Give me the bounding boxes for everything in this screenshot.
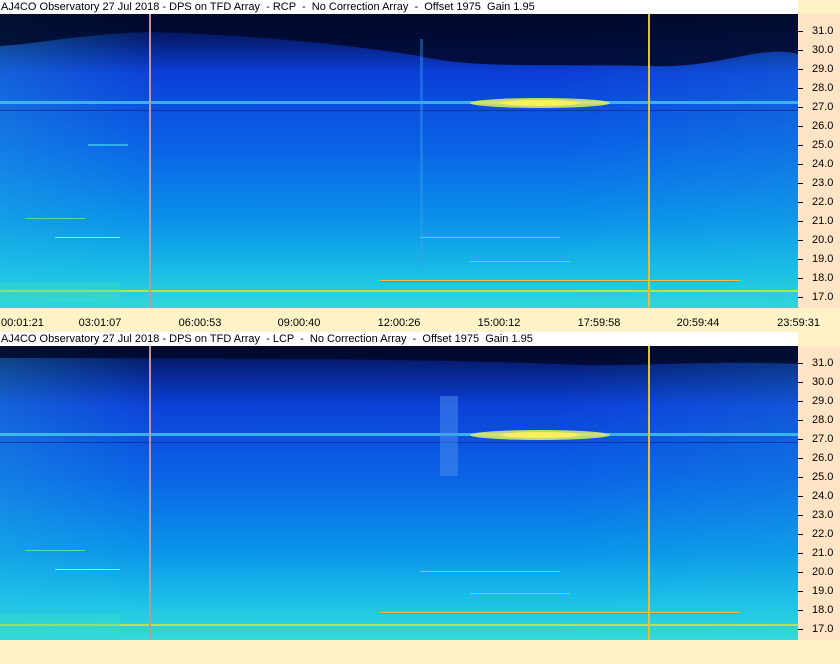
rcp-spectrogram-image <box>0 14 798 308</box>
freq-label: 26.0 <box>812 452 834 464</box>
freq-label: 21.0 <box>812 215 834 227</box>
freq-label: 30.0 <box>812 44 834 56</box>
lcp-panel-title: AJ4CO Observatory 27 Jul 2018 - DPS on T… <box>0 332 798 346</box>
freq-label: 27.0 <box>812 101 834 113</box>
time-axis: 00:01:21 03:01:07 06:00:53 09:00:40 12:0… <box>0 308 840 332</box>
time-label: 06:00:53 <box>178 317 222 329</box>
lcp-spectrogram[interactable] <box>0 346 798 640</box>
freq-label: 29.0 <box>812 395 834 407</box>
freq-label: 22.0 <box>812 196 834 208</box>
bottom-time-bar <box>0 640 840 664</box>
freq-label: 24.0 <box>812 490 834 502</box>
time-label: 09:00:40 <box>277 317 321 329</box>
time-label: 17:59:58 <box>577 317 621 329</box>
freq-label: 24.0 <box>812 158 834 170</box>
freq-label: 23.0 <box>812 177 834 189</box>
time-label: 23:59:31 <box>777 317 820 329</box>
lcp-frequency-axis: 31.0 30.0 29.0 28.0 27.0 26.0 25.0 24.0 … <box>798 346 840 640</box>
freq-label: 18.0 <box>812 604 834 616</box>
freq-label: 25.0 <box>812 139 834 151</box>
freq-label: 25.0 <box>812 471 834 483</box>
freq-label: 30.0 <box>812 376 834 388</box>
time-label: 15:00:12 <box>477 317 521 329</box>
freq-label: 31.0 <box>812 357 834 369</box>
time-label: 12:00:26 <box>377 317 421 329</box>
lcp-spectrogram-image <box>0 346 798 640</box>
time-label: 00:01:21 <box>1 317 44 329</box>
freq-label: 29.0 <box>812 63 834 75</box>
rcp-spectrogram[interactable] <box>0 14 798 308</box>
freq-label: 17.0 <box>812 623 834 635</box>
freq-label: 27.0 <box>812 433 834 445</box>
freq-label: 31.0 <box>812 25 834 37</box>
rcp-panel-title: AJ4CO Observatory 27 Jul 2018 - DPS on T… <box>0 0 798 14</box>
time-label: 20:59:44 <box>676 317 720 329</box>
freq-label: 19.0 <box>812 253 834 265</box>
freq-label: 17.0 <box>812 291 834 303</box>
freq-label: 20.0 <box>812 566 834 578</box>
freq-label: 28.0 <box>812 82 834 94</box>
rcp-frequency-axis: 31.0 30.0 29.0 28.0 27.0 26.0 25.0 24.0 … <box>798 14 840 308</box>
freq-label: 19.0 <box>812 585 834 597</box>
freq-label: 22.0 <box>812 528 834 540</box>
freq-label: 28.0 <box>812 414 834 426</box>
freq-label: 26.0 <box>812 120 834 132</box>
time-label: 03:01:07 <box>78 317 122 329</box>
freq-label: 23.0 <box>812 509 834 521</box>
freq-label: 18.0 <box>812 272 834 284</box>
freq-label: 20.0 <box>812 234 834 246</box>
freq-label: 21.0 <box>812 547 834 559</box>
